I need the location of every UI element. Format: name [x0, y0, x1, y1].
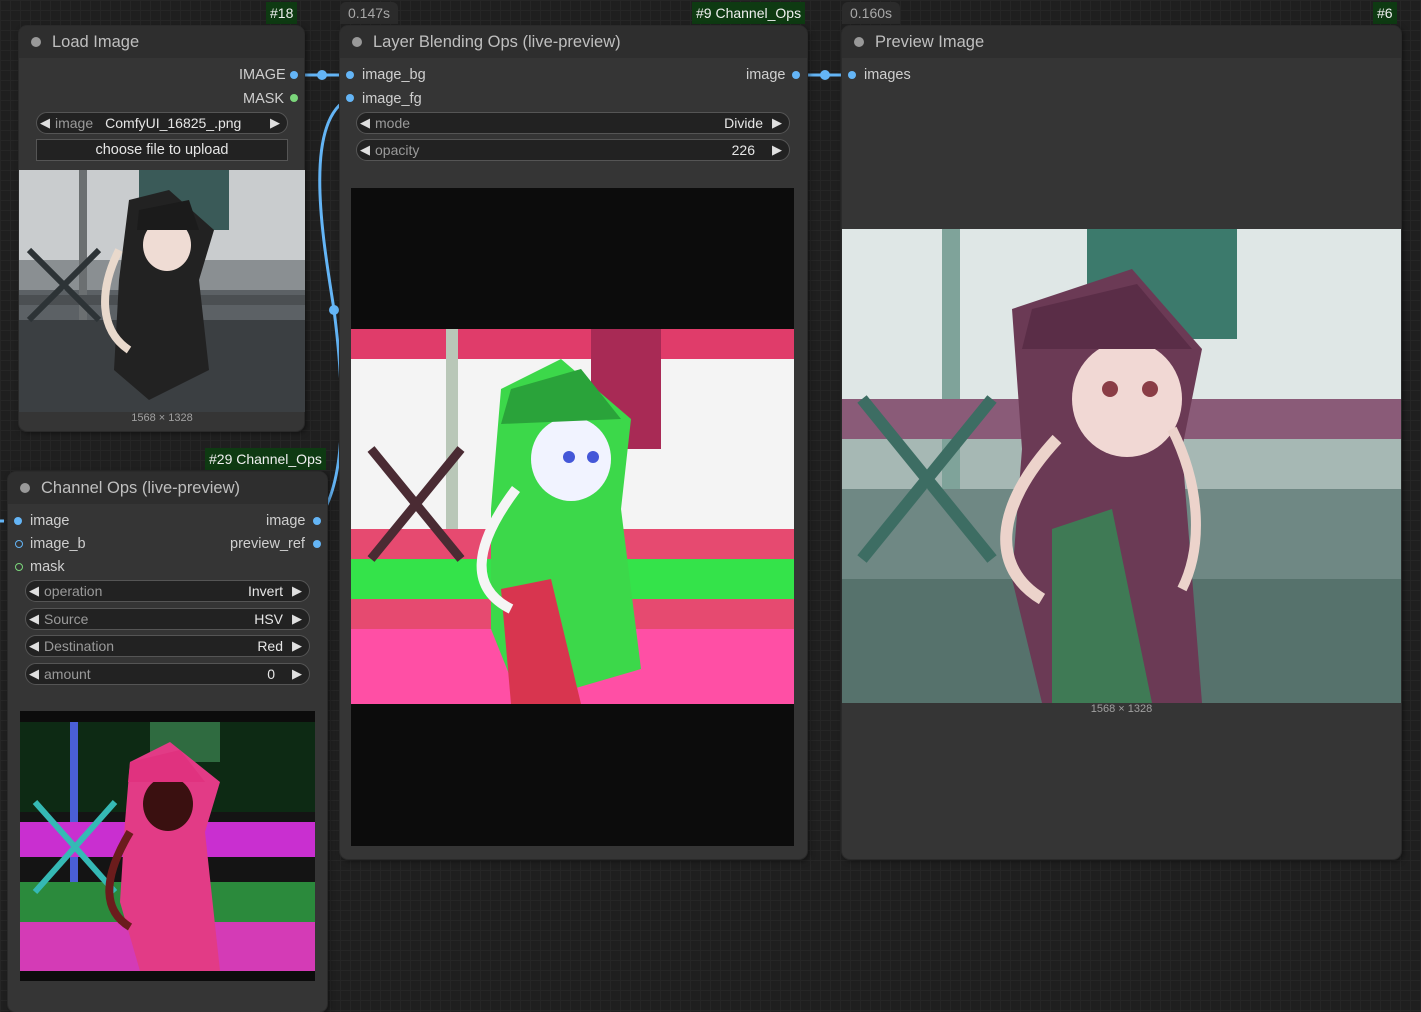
- input-label-image: image: [30, 513, 70, 529]
- node-title: Layer Blending Ops (live-preview): [373, 32, 621, 51]
- destination-combo-widget[interactable]: ◀ Destination Red ▶: [25, 635, 310, 657]
- output-slot-image[interactable]: [792, 71, 800, 79]
- widget-value: 0: [267, 666, 275, 682]
- blended-image-preview: [351, 329, 794, 704]
- widget-label: mode: [375, 115, 411, 131]
- execution-time: 0.160s: [842, 2, 901, 24]
- widget-label: amount: [44, 666, 91, 682]
- widget-value: ComfyUI_16825_.png: [105, 115, 242, 131]
- left-arrow-icon[interactable]: ◀: [357, 142, 373, 158]
- operation-combo-widget[interactable]: ◀ operation Invert ▶: [25, 580, 310, 602]
- node-header[interactable]: Preview Image: [842, 26, 1401, 58]
- upload-button[interactable]: choose file to upload: [36, 139, 288, 161]
- output-slot-image[interactable]: [290, 71, 298, 79]
- left-arrow-icon[interactable]: ◀: [26, 611, 42, 627]
- node-id-badge: #18: [266, 2, 298, 24]
- node-id-badge: #9 Channel_Ops: [692, 2, 806, 24]
- input-label-image-b: image_b: [30, 536, 86, 552]
- right-arrow-icon[interactable]: ▶: [289, 666, 305, 682]
- node-id-badge: #29 Channel_Ops: [205, 448, 326, 470]
- input-slot-images[interactable]: [848, 71, 856, 79]
- widget-label: opacity: [375, 142, 420, 158]
- input-slot-image-bg[interactable]: [346, 71, 354, 79]
- loaded-image-preview: [19, 170, 305, 412]
- left-arrow-icon[interactable]: ◀: [357, 115, 373, 131]
- input-slot-image-fg[interactable]: [346, 94, 354, 102]
- input-label-image-bg: image_bg: [362, 67, 426, 83]
- output-label-image: IMAGE: [239, 67, 286, 83]
- status-dot-icon[interactable]: [854, 37, 864, 47]
- source-combo-widget[interactable]: ◀ Source HSV ▶: [25, 608, 310, 630]
- link-midpoint: [820, 70, 830, 80]
- link-midpoint: [329, 305, 339, 315]
- node-title: Preview Image: [875, 32, 985, 51]
- right-arrow-icon[interactable]: ▶: [267, 115, 283, 131]
- status-dot-icon[interactable]: [352, 37, 362, 47]
- left-arrow-icon[interactable]: ◀: [26, 666, 42, 682]
- execution-time: 0.147s: [340, 2, 399, 24]
- right-arrow-icon[interactable]: ▶: [289, 638, 305, 654]
- widget-value: Red: [257, 638, 283, 654]
- output-label-image: image: [746, 67, 786, 83]
- right-arrow-icon[interactable]: ▶: [769, 142, 785, 158]
- widget-value: Divide: [724, 115, 763, 131]
- node-id-badge: #6: [1373, 2, 1397, 24]
- widget-value: Invert: [247, 583, 283, 599]
- output-slot-mask[interactable]: [290, 94, 298, 102]
- widget-label: image: [55, 115, 94, 131]
- image-dimensions: 1568 × 1328: [1090, 703, 1153, 715]
- node-header[interactable]: Load Image: [19, 26, 304, 58]
- mode-combo-widget[interactable]: ◀ mode Divide ▶: [356, 112, 790, 134]
- image-combo-widget[interactable]: ◀ image ComfyUI_16825_.png ▶: [36, 112, 288, 134]
- live-preview-area: [20, 711, 315, 981]
- output-slot-preview-ref[interactable]: [313, 540, 321, 548]
- input-slot-image[interactable]: [14, 517, 22, 525]
- status-dot-icon[interactable]: [20, 483, 30, 493]
- output-label-preview-ref: preview_ref: [230, 536, 305, 552]
- status-dot-icon[interactable]: [31, 37, 41, 47]
- node-header[interactable]: Layer Blending Ops (live-preview): [340, 26, 807, 58]
- channel-ops-image-preview: [20, 722, 315, 971]
- image-dimensions: 1568 × 1328: [131, 412, 193, 424]
- widget-value: 226: [731, 142, 755, 158]
- node-title: Load Image: [52, 32, 140, 51]
- widget-value: HSV: [254, 611, 283, 627]
- input-label-mask: mask: [30, 559, 65, 575]
- right-arrow-icon[interactable]: ▶: [289, 583, 305, 599]
- widget-label: Destination: [44, 638, 115, 654]
- node-header[interactable]: Channel Ops (live-preview): [8, 472, 327, 504]
- input-label-image-fg: image_fg: [362, 91, 422, 107]
- left-arrow-icon[interactable]: ◀: [26, 638, 42, 654]
- input-slot-image-b[interactable]: [15, 540, 23, 548]
- right-arrow-icon[interactable]: ▶: [289, 611, 305, 627]
- output-image-preview: [842, 229, 1401, 703]
- live-preview-area: [351, 188, 794, 846]
- widget-label: Source: [44, 611, 89, 627]
- amount-number-widget[interactable]: ◀ amount 0 ▶: [25, 663, 310, 685]
- input-label-images: images: [864, 67, 911, 83]
- input-slot-mask[interactable]: [15, 563, 23, 571]
- output-slot-image[interactable]: [313, 517, 321, 525]
- left-arrow-icon[interactable]: ◀: [26, 583, 42, 599]
- right-arrow-icon[interactable]: ▶: [769, 115, 785, 131]
- link-midpoint: [317, 70, 327, 80]
- output-label-image: image: [266, 513, 306, 529]
- node-title: Channel Ops (live-preview): [41, 478, 240, 497]
- output-label-mask: MASK: [243, 91, 285, 107]
- opacity-number-widget[interactable]: ◀ opacity 226 ▶: [356, 139, 790, 161]
- widget-label: operation: [44, 583, 103, 599]
- left-arrow-icon[interactable]: ◀: [37, 115, 53, 131]
